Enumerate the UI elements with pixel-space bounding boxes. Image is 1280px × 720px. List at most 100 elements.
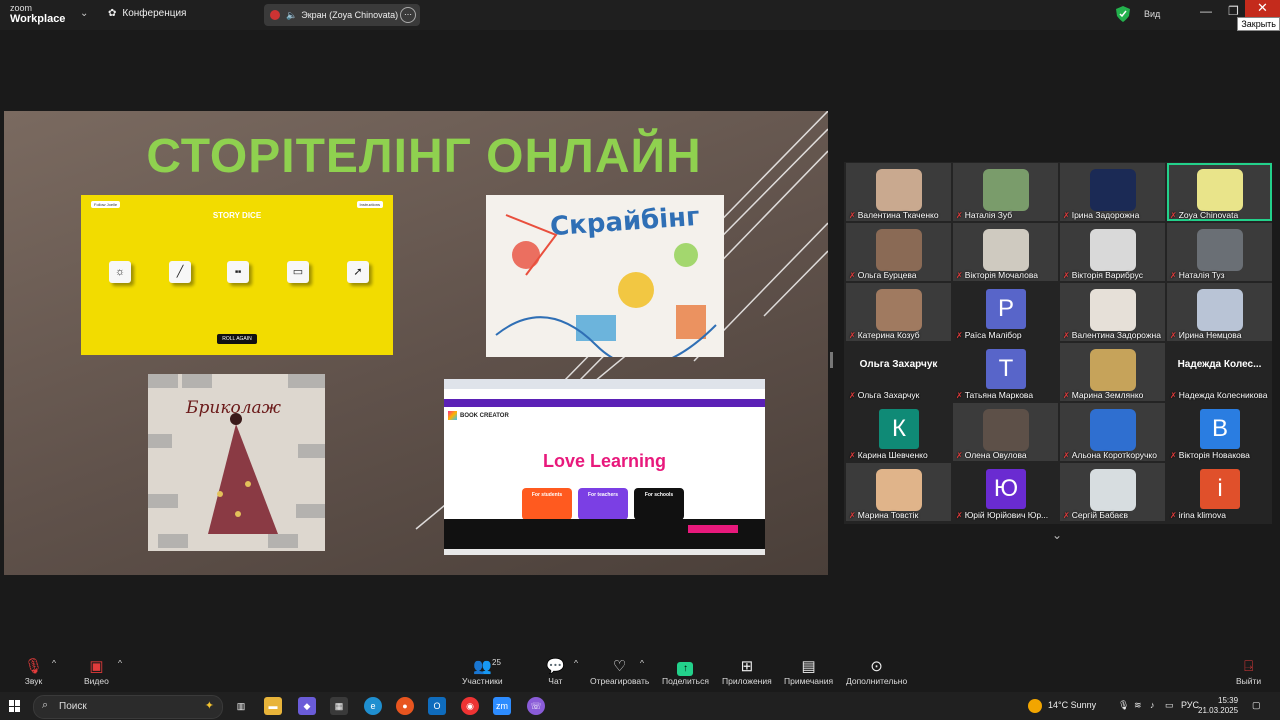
participant-name-label: ✗ Раїса Малібор xyxy=(956,330,1022,340)
close-icon[interactable]: ✕ xyxy=(1245,0,1280,17)
gallery-next-chevron-icon[interactable]: ⌄ xyxy=(1052,528,1062,542)
weather-text[interactable]: 14°C Sunny xyxy=(1048,700,1096,710)
chat-button[interactable]: 💬 Чат xyxy=(546,658,565,686)
card-students: For students xyxy=(522,488,572,520)
participants-count: 25 xyxy=(492,658,501,667)
task-view-icon[interactable]: ▥ xyxy=(232,697,250,715)
conference-label: Конференция xyxy=(122,8,187,19)
react-caret-icon[interactable]: ^ xyxy=(640,658,644,668)
participant-name: Альона Коротkоручко xyxy=(1071,450,1157,460)
instructions-button: Instructions xyxy=(356,201,383,208)
minimize-icon[interactable]: — xyxy=(1200,4,1212,18)
participant-tile[interactable]: ✗ Сергій Бабаєв xyxy=(1060,463,1165,521)
chrome-icon[interactable]: ◉ xyxy=(461,697,479,715)
participant-tile[interactable]: ✗ Валентина Ткаченко xyxy=(846,163,951,221)
video-caret-icon[interactable]: ^ xyxy=(118,658,122,668)
zoom-app-icon[interactable]: zm xyxy=(493,697,511,715)
audio-caret-icon[interactable]: ^ xyxy=(52,658,56,668)
tray-mic-icon[interactable]: 🎙 xyxy=(1118,700,1129,711)
outlook-icon[interactable]: O xyxy=(428,697,446,715)
participant-tile[interactable]: Надежда Колес... ✗ Надежда Колесникова xyxy=(1167,343,1272,401)
screen-share-pill[interactable]: 🔈 Экран (Zoya Chinovata) ⋯ xyxy=(264,4,420,26)
more-button[interactable]: ⊙ Дополнительно xyxy=(846,658,907,686)
participant-name-label: ✗ Татьяна Маркова xyxy=(956,390,1033,400)
leave-button[interactable]: ⍈ Выйти xyxy=(1236,658,1261,686)
windows-start-icon[interactable] xyxy=(9,700,21,712)
share-button[interactable]: ↑ Поделиться xyxy=(662,658,709,686)
participant-tile[interactable]: ✗ Наталія Зуб xyxy=(953,163,1058,221)
close-tooltip: Закрыть xyxy=(1237,17,1280,31)
participant-tile[interactable]: Т ✗ Татьяна Маркова xyxy=(953,343,1058,401)
participant-name: Карина Шевченко xyxy=(857,450,928,460)
participant-tile[interactable]: i ✗ irina klimova xyxy=(1167,463,1272,521)
participant-tile[interactable]: ✗ Zoya Chinovata xyxy=(1167,163,1272,221)
video-button[interactable]: ▣ Видео xyxy=(84,658,109,686)
participant-tile[interactable]: ✗ Ірина Задорожна xyxy=(1060,163,1165,221)
book-creator-icon xyxy=(448,411,457,420)
participant-name: Марина Землянко xyxy=(1071,390,1144,400)
participant-tile[interactable]: ✗ Марина Землянко xyxy=(1060,343,1165,401)
participant-video xyxy=(1090,229,1136,271)
conference-info[interactable]: ✿ Конференция xyxy=(108,8,186,19)
shield-icon[interactable] xyxy=(1116,6,1130,22)
participant-tile[interactable]: ✗ Катерина Козуб xyxy=(846,283,951,341)
chat-label: Чат xyxy=(548,676,563,686)
battery-icon[interactable]: ▭ xyxy=(1165,700,1174,711)
notes-button[interactable]: ▤ Примечания xyxy=(784,658,833,686)
weather-icon[interactable] xyxy=(1028,699,1042,713)
volume-icon[interactable]: ♪ xyxy=(1150,700,1155,710)
participant-tile[interactable]: ✗ Олена Овулова xyxy=(953,403,1058,461)
taskbar-search[interactable]: ⌕ Поиск ✦ xyxy=(33,695,223,719)
cookie-accept xyxy=(688,525,738,533)
participant-tile[interactable]: ✗ Марина Товстік xyxy=(846,463,951,521)
notifications-icon[interactable]: ▢ xyxy=(1252,700,1261,711)
participant-tile[interactable]: ✗ Вікторія Варибрус xyxy=(1060,223,1165,281)
participant-tile[interactable]: Ю ✗ Юрій Юрійович Юр... xyxy=(953,463,1058,521)
participant-avatar: К xyxy=(879,409,919,449)
viber-icon[interactable]: ☏ xyxy=(527,697,545,715)
participant-tile[interactable]: К ✗ Карина Шевченко xyxy=(846,403,951,461)
participant-video xyxy=(876,469,922,511)
leave-label: Выйти xyxy=(1236,676,1262,686)
participant-tile[interactable]: ✗ Наталія Туз xyxy=(1167,223,1272,281)
shared-screen: СТОРІТЕЛІНГ ОНЛАЙН Follow Joelle Instruc… xyxy=(4,111,828,575)
participant-name-label: ✗ Вікторія Варибрус xyxy=(1063,270,1143,280)
participant-tile[interactable]: ✗ Альона Коротkоручко xyxy=(1060,403,1165,461)
participant-tile[interactable]: ✗ Вікторія Мочалова xyxy=(953,223,1058,281)
more-options-icon[interactable]: ⋯ xyxy=(400,7,416,23)
file-explorer-icon[interactable]: ▬ xyxy=(264,697,282,715)
participant-tile[interactable]: ✗ Валентина Задорожна xyxy=(1060,283,1165,341)
restore-icon[interactable]: ❐ xyxy=(1228,4,1239,18)
participant-name-label: ✗ Сергій Бабаєв xyxy=(1063,510,1128,520)
language-indicator[interactable]: РУС xyxy=(1181,700,1199,710)
audio-button[interactable]: 🎙 Звук xyxy=(24,658,43,686)
participant-name-label: ✗ Надежда Колесникова xyxy=(1170,390,1267,400)
copilot-icon[interactable]: ◆ xyxy=(298,697,316,715)
browser-tabs xyxy=(444,379,765,389)
apps-button[interactable]: ⊞ Приложения xyxy=(722,658,772,686)
clock-date: 21.03.2025 xyxy=(1198,706,1239,715)
edge-icon[interactable]: e xyxy=(364,697,382,715)
participant-name: Раїса Малібор xyxy=(964,330,1022,340)
wifi-icon[interactable]: ≋ xyxy=(1134,700,1142,711)
store-icon[interactable]: ▦ xyxy=(330,697,348,715)
participant-tile[interactable]: ✗ Ирина Немцова xyxy=(1167,283,1272,341)
view-menu[interactable]: Вид xyxy=(1144,9,1160,19)
participant-tile[interactable]: Ольга Захарчук ✗ Ольга Захарчук xyxy=(846,343,951,401)
firefox-icon[interactable]: ● xyxy=(396,697,414,715)
logo-line2: Workplace xyxy=(10,13,66,25)
participants-label: Участники xyxy=(462,676,503,686)
participant-name: Ирина Немцова xyxy=(1178,330,1242,340)
love-learning-headline: Love Learning xyxy=(542,451,667,471)
video-off-icon: ▣ xyxy=(89,658,104,675)
splitter-handle[interactable] xyxy=(830,352,833,368)
clock[interactable]: 15:39 21.03.2025 xyxy=(1198,696,1238,716)
participant-tile[interactable]: В ✗ Вікторія Новакова xyxy=(1167,403,1272,461)
participant-avatar: Р xyxy=(986,289,1026,329)
participant-video xyxy=(1090,409,1136,451)
chevron-down-icon[interactable]: ⌄ xyxy=(80,8,88,19)
participant-tile[interactable]: ✗ Ольга Бурцева xyxy=(846,223,951,281)
participant-tile[interactable]: Р ✗ Раїса Малібор xyxy=(953,283,1058,341)
chat-caret-icon[interactable]: ^ xyxy=(574,658,578,668)
participant-name: Наталія Зуб xyxy=(964,210,1013,220)
